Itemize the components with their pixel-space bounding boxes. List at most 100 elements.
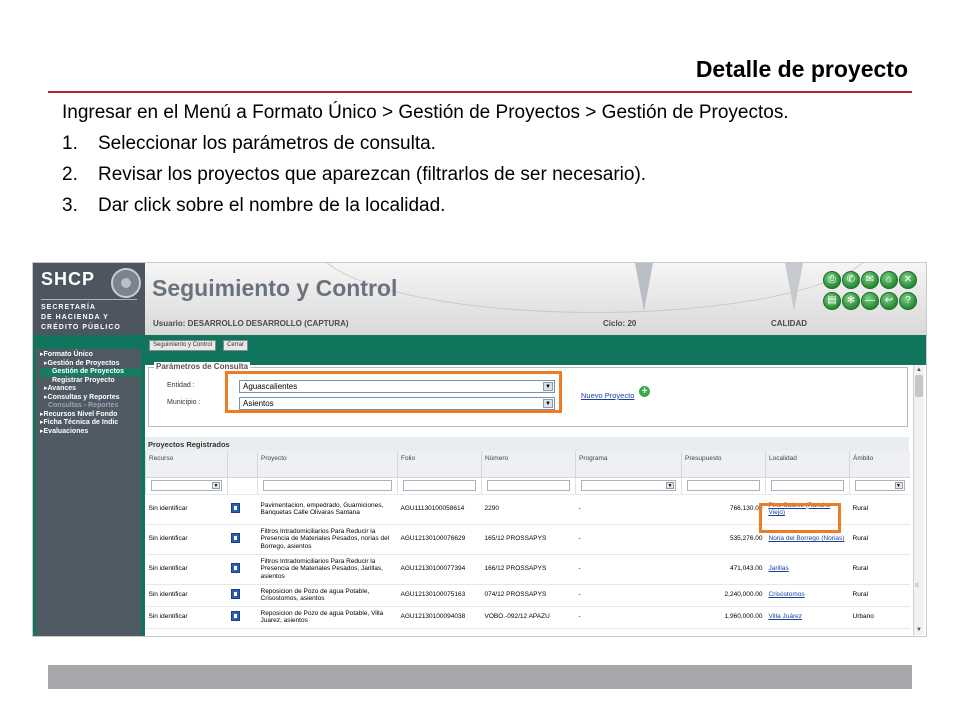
cycle-label: Ciclo: 20 [603,319,637,328]
add-icon[interactable]: + [639,386,650,397]
mail-icon[interactable]: ✉ [861,271,879,289]
column-header[interactable]: Localidad [765,451,850,478]
column-header[interactable]: Folio [397,451,482,478]
sidebar-item-gestion-proyectos[interactable]: ▸Gestión de Proyectos [40,360,141,369]
national-seal-icon [111,268,141,298]
new-project-link[interactable]: Nuevo Proyecto [581,391,634,400]
scroll-grip-icon: ≡ [915,583,919,589]
scroll-down-icon[interactable]: ▼ [914,625,924,635]
sidebar-item-recursos[interactable]: ▸Recursos Nivel Fondo [40,411,141,420]
column-header [227,451,258,478]
recurso-cell: Sin identificar [145,494,228,525]
back-icon[interactable]: ↩ [880,292,898,310]
column-header[interactable]: Recurso [145,451,228,478]
folio-filter[interactable] [403,480,476,491]
numero-cell: 2290 [481,494,576,525]
folder-icon[interactable]: ▤ [823,292,841,310]
close-icon[interactable]: ✕ [899,271,917,289]
sidebar-item-formato-unico[interactable]: ▸Formato Único [40,351,141,360]
entidad-label: Entidad : [167,382,195,389]
filter-cell [481,477,576,495]
vertical-scrollbar[interactable]: ▲ ≡ ▼ [913,365,924,635]
chevron-down-icon[interactable]: ▼ [894,482,903,489]
localidad-link[interactable]: Crisóstomos [765,584,850,607]
proyecto-cell: Filtros Intradomiciliarios Para Reducir … [257,524,398,555]
scroll-thumb[interactable] [915,375,923,397]
org-line: DE HACIENDA Y [41,314,109,321]
table-row: Sin identificar Filtros Intradomiciliari… [145,554,910,585]
column-header[interactable]: Presupuesto [681,451,766,478]
localidad-link[interactable]: Jarillas [765,554,850,585]
chevron-down-icon[interactable]: ▼ [212,482,220,489]
document-icon[interactable] [230,502,240,513]
instruction-step: 2. Revisar los proyectos que aparezcan (f… [62,159,908,190]
numero-cell: 165/12 PROSSAPYS [481,524,576,555]
document-icon[interactable] [230,588,240,599]
column-header[interactable]: Ámbito [849,451,910,478]
sidebar-item-consultas-dim[interactable]: Consultas - Reportes [40,402,141,411]
tab-close[interactable]: Cerrar [223,340,249,351]
ambito-filter[interactable]: ▼ [855,480,905,491]
slide-title: Detalle de proyecto [695,56,908,82]
programa-cell: - [575,554,682,585]
column-header[interactable]: Proyecto [257,451,398,478]
scroll-up-icon[interactable]: ▲ [914,365,924,375]
proyecto-filter[interactable] [263,480,392,491]
print-icon[interactable]: ⎙ [823,271,841,289]
sidebar-item-avances[interactable]: ▸Avances [40,385,141,394]
column-header[interactable]: Número [481,451,576,478]
brand-divider [41,299,137,300]
tab-bar: Seguimiento y Control Cerrar [145,335,926,365]
session-info: Usuario: DESARROLLO DESARROLLO (CAPTURA)… [145,315,926,335]
tab-seguimiento[interactable]: Seguimiento y Control [149,340,217,351]
localidad-link[interactable]: Villa Juárez [765,606,850,629]
sidebar-item-consultas-reportes[interactable]: ▸Consultas y Reportes [40,394,141,403]
folio-cell: AGU12130100094038 [397,606,482,629]
phone-icon[interactable]: ✆ [842,271,860,289]
ambito-cell: Rural [849,584,910,607]
step-text: Seleccionar los parámetros de consulta. [98,133,436,154]
proyecto-cell: Filtros Intradomiciliarios Para Reducir … [257,554,398,585]
document-icon[interactable] [230,532,240,543]
instructions: Ingresar en el Menú a Formato Único > Ge… [62,97,908,221]
presupuesto-cell: 471,043.00 [681,554,766,585]
programa-cell: - [575,584,682,607]
proyecto-cell: Reposicion de Pozo de agua Potable, Cris… [257,584,398,607]
ambito-cell: Rural [849,554,910,585]
ambito-cell: Rural [849,494,910,525]
ambito-cell: Rural [849,524,910,555]
numero-filter[interactable] [487,480,570,491]
recurso-filter[interactable]: ▼ [151,480,222,491]
presupuesto-cell: 2,240,000.00 [681,584,766,607]
sidebar-item-gestion-proyectos-selected[interactable]: Gestión de Proyectos [40,368,141,377]
table-row: Sin identificar Reposicion de Pozo de ag… [145,584,910,607]
tools-icon[interactable]: ✻ [842,292,860,310]
org-line: CRÉDITO PÚBLICO [41,324,121,331]
sidebar-item-evaluaciones[interactable]: ▸Evaluaciones [40,428,141,437]
programa-cell: - [575,606,682,629]
home-icon[interactable]: ⌂ [880,271,898,289]
help-icon[interactable]: ? [899,292,917,310]
programa-cell: - [575,524,682,555]
instruction-steps: 1. Seleccionar los parámetros de consulta… [62,128,908,221]
instruction-step: 1. Seleccionar los parámetros de consulta… [62,128,908,159]
step-number: 1. [62,133,78,154]
minus-icon[interactable]: — [861,292,879,310]
localidad-filter[interactable] [771,480,844,491]
document-icon[interactable] [230,610,240,621]
detail-cell [227,524,258,555]
column-header[interactable]: Programa [575,451,682,478]
app-screenshot: SHCP SECRETARÍA DE HACIENDA Y CRÉDITO PÚ… [32,262,927,637]
chevron-down-icon[interactable]: ▼ [666,482,674,489]
sidebar-item-registrar-proyecto[interactable]: Registrar Proyecto [40,377,141,386]
instructions-intro: Ingresar en el Menú a Formato Único > Ge… [62,102,789,123]
presupuesto-filter[interactable] [687,480,760,491]
table-row: Sin identificar Reposicion de Pozo de ag… [145,606,910,629]
document-icon[interactable] [230,562,240,573]
presupuesto-cell: 1,960,000.00 [681,606,766,629]
folio-cell: AGU12130100077394 [397,554,482,585]
sidebar-item-ficha-tecnica[interactable]: ▸Ficha Técnica de Indic [40,419,141,428]
presupuesto-cell: 766,130.00 [681,494,766,525]
header-toolbar: ⎙ ✆ ✉ ⌂ ✕ ▤ ✻ — ↩? [822,269,924,311]
programa-filter[interactable]: ▼ [581,480,676,491]
